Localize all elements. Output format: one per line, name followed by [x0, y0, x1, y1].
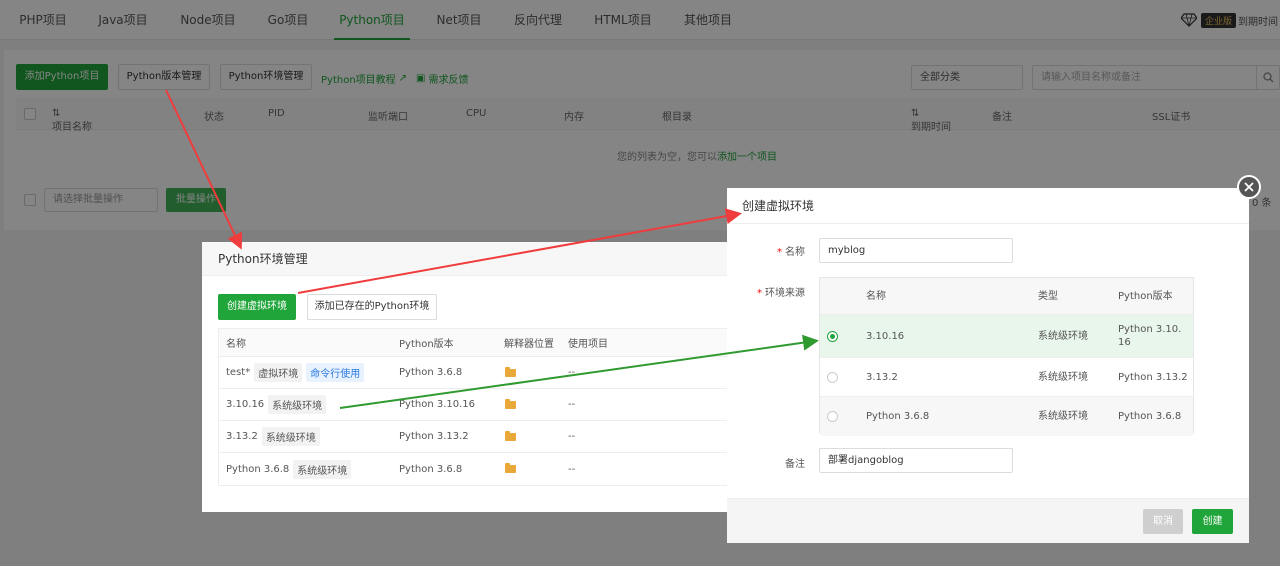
env-name: 3.13.2	[226, 431, 258, 442]
create-venv-dialog: 创建虚拟环境 * 名称 myblog * 环境来源 名称 类型 Python版本 3…	[727, 188, 1249, 543]
interpreter-cell	[505, 421, 516, 452]
source-version: Python 3.13.2	[1118, 371, 1188, 383]
source-version: Python 3.10.16	[1118, 324, 1182, 348]
env-version: Python 3.13.2	[399, 431, 469, 442]
env-name: test*	[226, 367, 251, 378]
env-used: --	[568, 367, 576, 378]
source-radio[interactable]	[827, 330, 838, 342]
col-used-projects: 使用项目	[568, 339, 608, 350]
source-row-selected[interactable]: 3.10.16 系统级环境 Python 3.10.16	[820, 315, 1193, 358]
table-row[interactable]: Python 3.6.8 系统级环境 Python 3.6.8 --	[219, 453, 737, 485]
source-type: 系统级环境	[1038, 411, 1088, 422]
folder-icon[interactable]	[505, 366, 516, 377]
close-dialog-button[interactable]	[1237, 175, 1261, 199]
env-version: Python 3.6.8	[399, 463, 463, 475]
env-name-cell: 3.13.2 系统级环境	[226, 421, 320, 452]
cli-usage-tag: 命令行使用	[306, 363, 365, 382]
env-type-tag: 虚拟环境	[254, 363, 303, 382]
venv-name-input[interactable]: myblog	[819, 238, 1013, 263]
env-name: Python 3.6.8	[226, 463, 290, 475]
source-name: Python 3.6.8	[866, 411, 930, 422]
cancel-button[interactable]: 取消	[1143, 509, 1183, 534]
table-row[interactable]: test* 虚拟环境 命令行使用 Python 3.6.8 --	[219, 357, 737, 389]
table-row[interactable]: 3.13.2 系统级环境 Python 3.13.2 --	[219, 421, 737, 453]
interpreter-cell	[505, 453, 516, 485]
dialog-title: 创建虚拟环境	[727, 188, 1249, 224]
source-version: Python 3.6.8	[1118, 411, 1182, 422]
name-label: * 名称	[777, 247, 805, 258]
folder-icon[interactable]	[505, 398, 516, 409]
col-name: 名称	[226, 339, 246, 350]
source-row[interactable]: 3.13.2 系统级环境 Python 3.13.2	[820, 358, 1193, 397]
folder-icon[interactable]	[505, 463, 516, 473]
python-env-management-dialog: Python环境管理 创建虚拟环境 添加已存在的Python环境 名称 Pyth…	[202, 242, 742, 512]
env-type-tag: 系统级环境	[268, 395, 327, 414]
env-version: Python 3.6.8	[399, 367, 463, 378]
env-used: --	[568, 463, 576, 475]
source-label: * 环境来源	[757, 288, 805, 299]
source-type: 系统级环境	[1038, 371, 1088, 383]
source-table-header: 名称 类型 Python版本	[820, 278, 1193, 315]
interpreter-cell	[505, 389, 516, 420]
source-row[interactable]: Python 3.6.8 系统级环境 Python 3.6.8	[820, 397, 1193, 436]
col-name: 名称	[866, 290, 886, 302]
env-source-table: 名称 类型 Python版本 3.10.16 系统级环境 Python 3.10…	[819, 277, 1194, 436]
source-radio[interactable]	[827, 411, 838, 422]
col-python-version: Python版本	[399, 339, 454, 350]
env-used: --	[568, 399, 576, 410]
table-row[interactable]: 3.10.16 系统级环境 Python 3.10.16 --	[219, 389, 737, 421]
source-radio[interactable]	[827, 371, 838, 383]
create-venv-button[interactable]: 创建虚拟环境	[218, 294, 296, 320]
env-used: --	[568, 431, 576, 442]
dialog-title: Python环境管理	[202, 242, 742, 276]
env-table: 名称 Python版本 解释器位置 使用项目 test* 虚拟环境 命令行使用 …	[218, 328, 738, 486]
folder-icon[interactable]	[505, 430, 516, 441]
env-type-tag: 系统级环境	[261, 427, 320, 446]
remark-label: 备注	[785, 459, 805, 470]
env-table-header: 名称 Python版本 解释器位置 使用项目	[219, 329, 737, 357]
close-icon	[1244, 182, 1254, 192]
interpreter-cell	[505, 357, 516, 388]
col-type: 类型	[1038, 290, 1058, 302]
remark-input[interactable]: 部署djangoblog	[819, 448, 1013, 473]
env-type-tag: 系统级环境	[293, 459, 352, 479]
env-name: 3.10.16	[226, 399, 265, 410]
env-name-cell: test* 虚拟环境 命令行使用	[226, 357, 365, 388]
col-python-version: Python版本	[1118, 290, 1173, 302]
create-button[interactable]: 创建	[1192, 509, 1233, 534]
source-name: 3.10.16	[866, 330, 905, 342]
env-name-cell: Python 3.6.8 系统级环境	[226, 453, 352, 485]
add-existing-env-button[interactable]: 添加已存在的Python环境	[307, 294, 437, 320]
source-name: 3.13.2	[866, 371, 898, 383]
source-type: 系统级环境	[1038, 330, 1088, 342]
env-name-cell: 3.10.16 系统级环境	[226, 389, 327, 420]
dialog-footer: 取消 创建	[727, 498, 1249, 543]
env-version: Python 3.10.16	[399, 399, 476, 410]
col-interpreter-location: 解释器位置	[504, 339, 554, 350]
